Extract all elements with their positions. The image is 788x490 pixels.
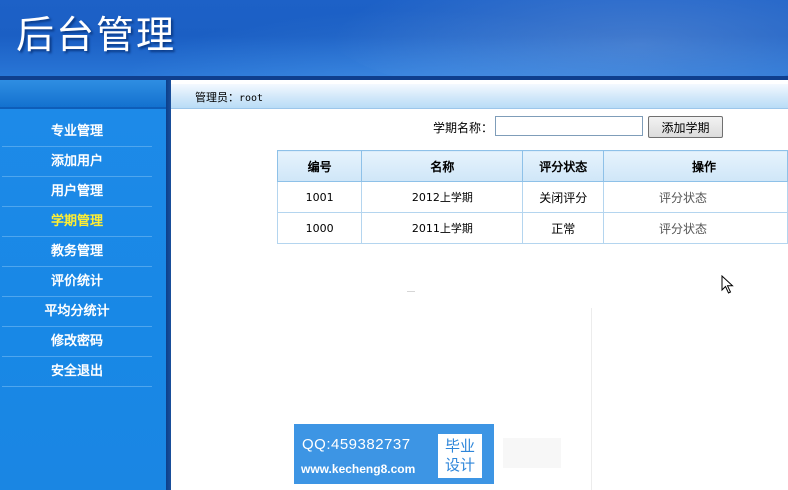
sidebar-item-add-user[interactable]: 添加用户 (2, 148, 152, 177)
header-banner: 后台管理 (0, 0, 788, 80)
watermark-badge-line1: 毕业 (444, 437, 475, 455)
watermark: QQ:459382737 www.kecheng8.com 毕业 设计 (294, 424, 494, 484)
watermark-badge-line2: 设计 (444, 456, 475, 474)
cell-status: 正常 (522, 212, 604, 244)
column-header-status: 评分状态 (522, 150, 604, 182)
cell-action-link[interactable]: 评分状态 (603, 181, 788, 213)
term-name-input[interactable] (495, 116, 643, 136)
admin-bar: 管理员：root (171, 84, 788, 109)
divider-line (591, 308, 592, 490)
terms-table: 编号 名称 评分状态 操作 1001 2012上学期 关闭评分 评分状态 100… (276, 150, 788, 244)
table-row: 1000 2011上学期 正常 评分状态 (276, 212, 788, 244)
sidebar-item-academic[interactable]: 教务管理 (2, 238, 152, 267)
decorative-mark (407, 291, 415, 292)
sidebar-item-average-stats[interactable]: 平均分统计 (2, 298, 152, 327)
table-header-row: 编号 名称 评分状态 操作 (276, 150, 788, 182)
sidebar-item-evaluation-stats[interactable]: 评价统计 (2, 268, 152, 297)
admin-username: root (239, 93, 264, 104)
mouse-pointer-icon (721, 274, 735, 299)
sidebar: 专业管理 添加用户 用户管理 学期管理 教务管理 评价统计 平均分统计 修改密码… (0, 80, 166, 490)
admin-label: 管理员： (195, 91, 239, 104)
app-title: 后台管理 (16, 13, 177, 57)
column-header-action: 操作 (603, 150, 788, 182)
cell-action-link[interactable]: 评分状态 (603, 212, 788, 244)
sidebar-item-major[interactable]: 专业管理 (2, 118, 152, 147)
watermark-badge: 毕业 设计 (438, 434, 482, 478)
watermark-site: www.kecheng8.com (301, 462, 416, 476)
watermark-qq: QQ:459382737 (302, 436, 411, 453)
column-header-name: 名称 (361, 150, 524, 182)
sidebar-item-logout[interactable]: 安全退出 (2, 358, 152, 387)
sidebar-item-terms[interactable]: 学期管理 (2, 208, 152, 237)
sidebar-header (0, 80, 166, 109)
blank-area (503, 438, 561, 468)
cell-name: 2011上学期 (361, 212, 524, 244)
column-header-id: 编号 (276, 150, 363, 182)
sidebar-menu: 专业管理 添加用户 用户管理 学期管理 教务管理 评价统计 平均分统计 修改密码… (0, 118, 166, 388)
cell-id: 1000 (276, 212, 363, 244)
cell-id: 1001 (276, 181, 363, 213)
term-name-label: 学期名称： (433, 121, 494, 135)
sidebar-item-change-password[interactable]: 修改密码 (2, 328, 152, 357)
add-term-button[interactable]: 添加学期 (648, 116, 723, 138)
cell-status: 关闭评分 (522, 181, 604, 213)
cell-name: 2012上学期 (361, 181, 524, 213)
admin-info: 管理员：root (195, 89, 263, 105)
table-row: 1001 2012上学期 关闭评分 评分状态 (276, 181, 788, 213)
sidebar-item-users[interactable]: 用户管理 (2, 178, 152, 207)
